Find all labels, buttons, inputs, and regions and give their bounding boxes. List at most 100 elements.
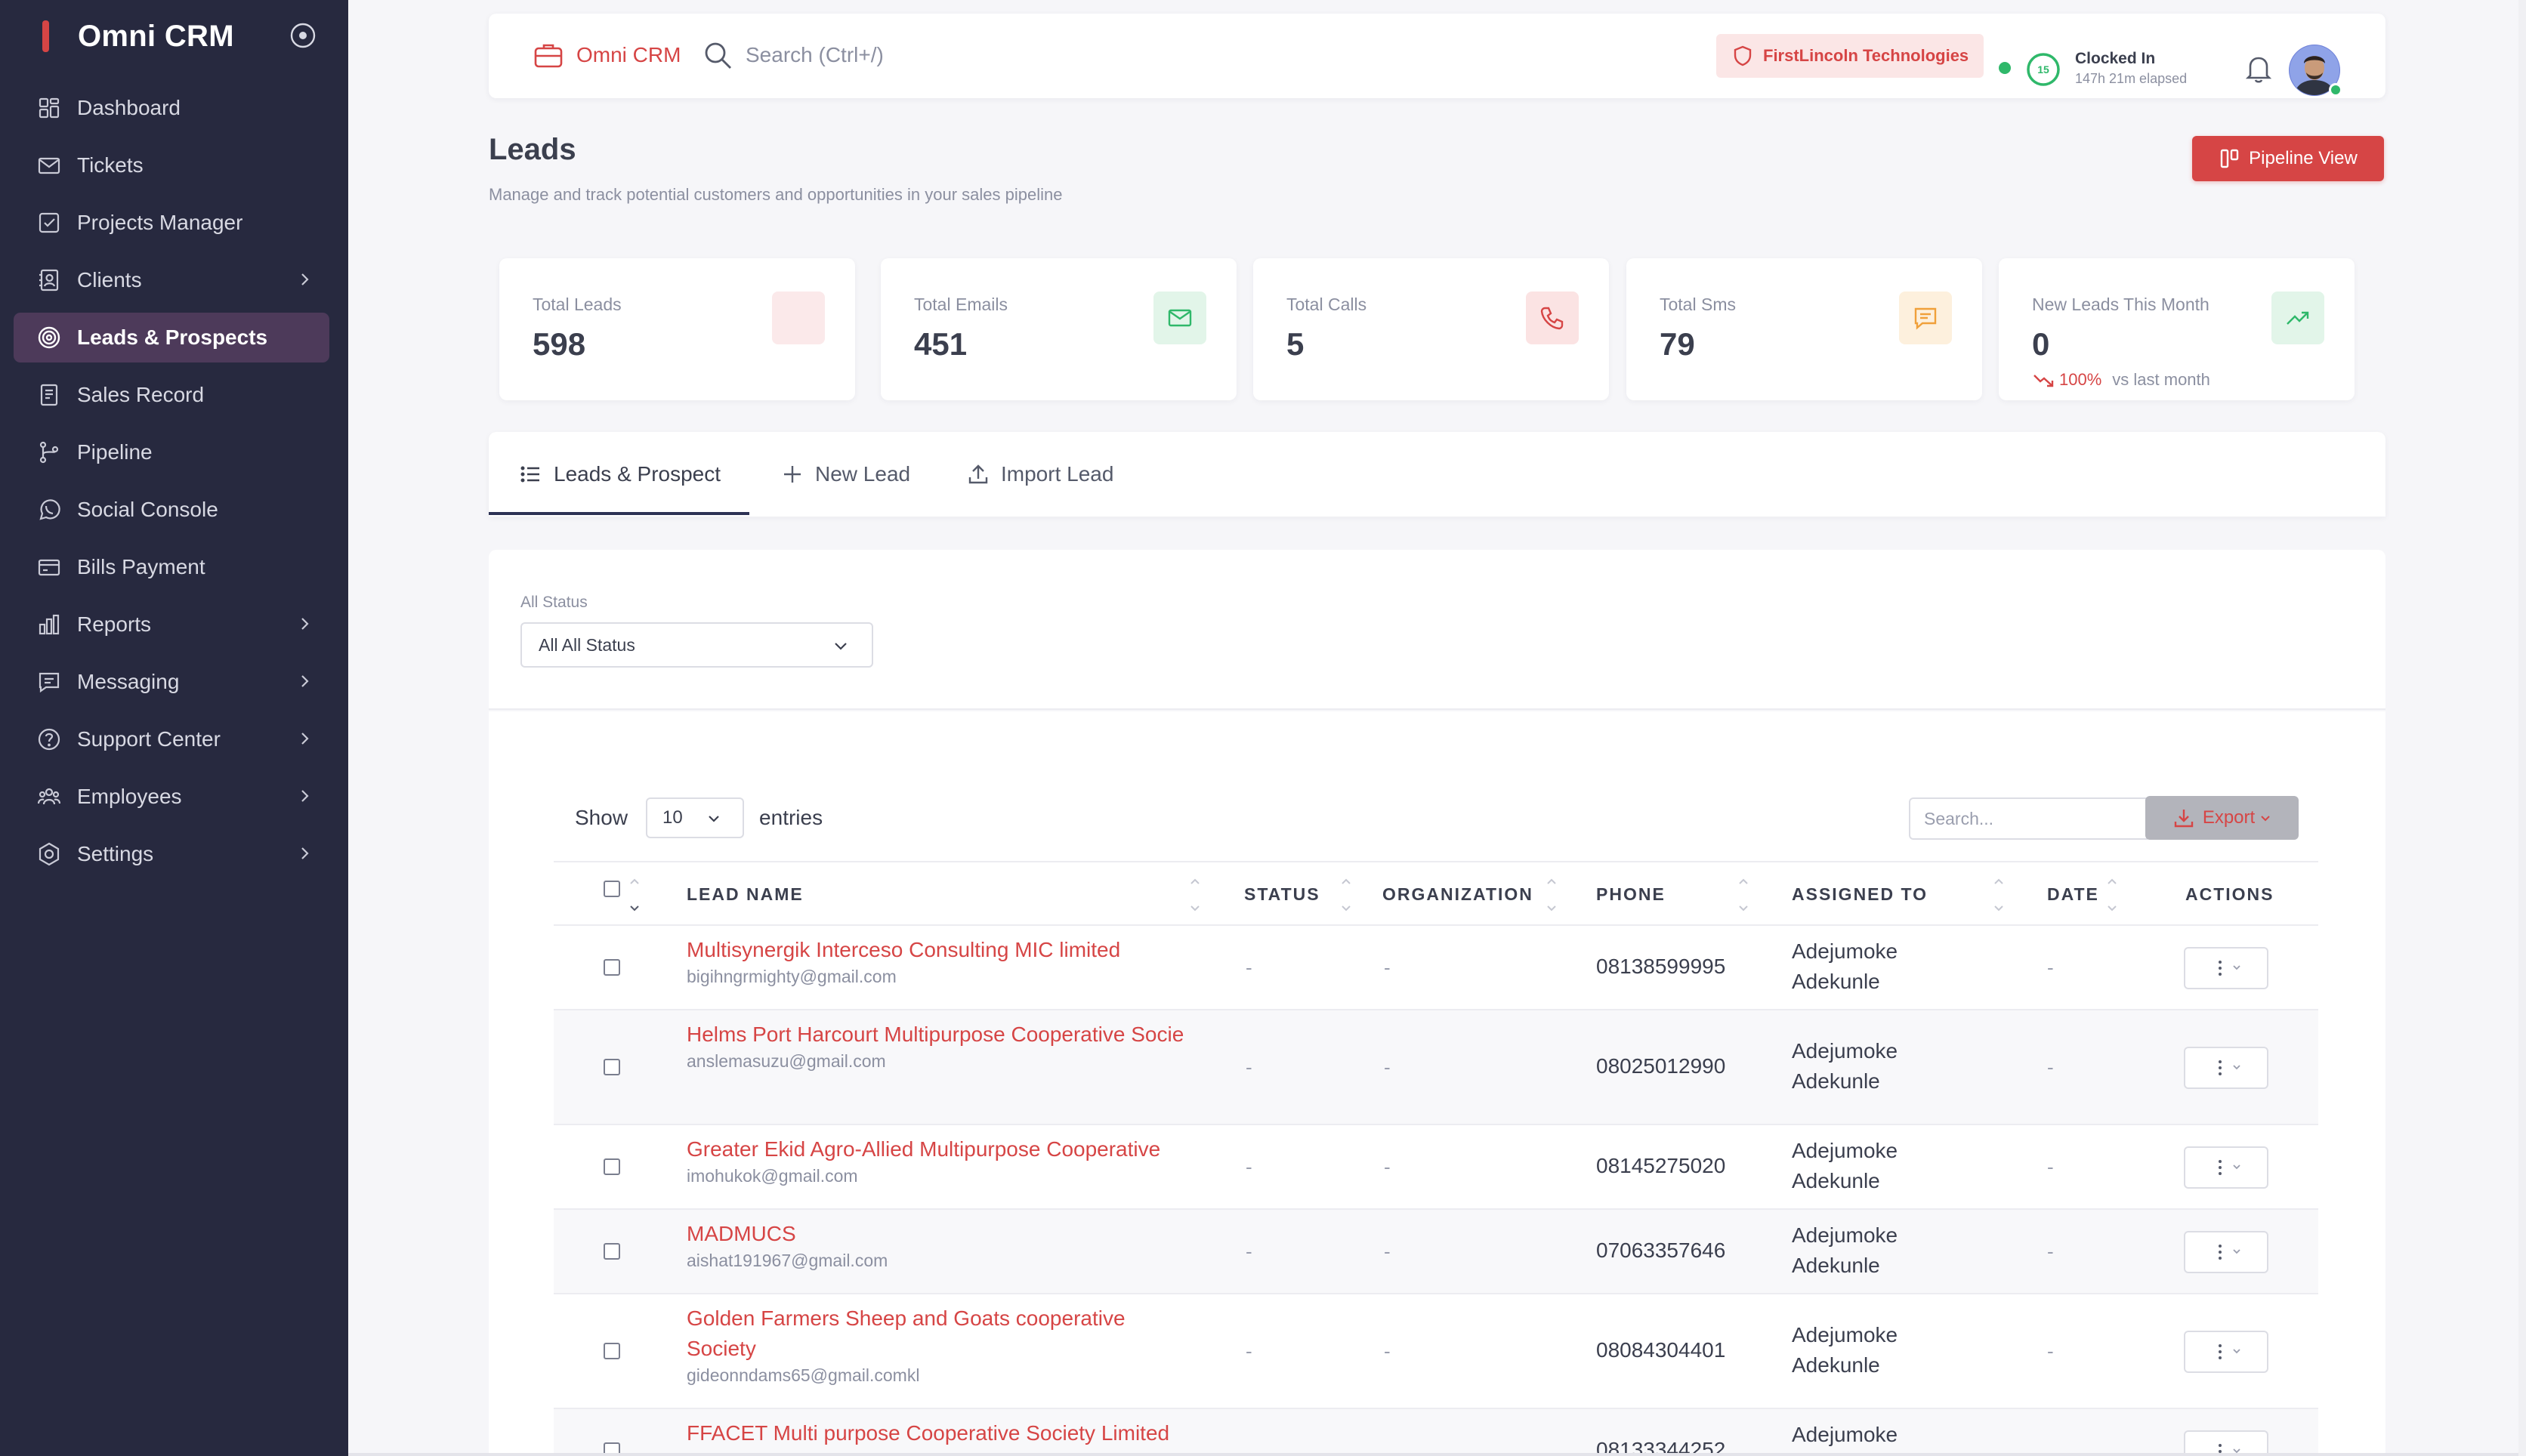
column-header-date[interactable]: DATE xyxy=(2047,862,2099,926)
select-all-checkbox[interactable] xyxy=(604,881,620,897)
assigned-to-cell: Adejumoke xyxy=(1792,1423,1898,1446)
lead-email: bigihngrmighty@gmail.com xyxy=(687,967,897,986)
lead-cell: Helms Port Harcourt Multipurpose Coopera… xyxy=(687,1020,1200,1072)
row-actions-button[interactable] xyxy=(2184,1231,2268,1273)
row-actions-button[interactable] xyxy=(2184,1331,2268,1373)
tab-leads-prospect[interactable]: Leads & Prospect xyxy=(519,432,721,517)
header-brand[interactable]: Omni CRM xyxy=(533,39,681,71)
assigned-to-cell: Adejumoke Adekunle xyxy=(1792,1039,1898,1093)
column-header-assigned-to[interactable]: ASSIGNED TO xyxy=(1792,862,1928,926)
table-row[interactable]: Helms Port Harcourt Multipurpose Coopera… xyxy=(554,1010,2318,1125)
sidebar-item-label: Bills Payment xyxy=(77,555,205,578)
page-scrollbar[interactable] xyxy=(2518,0,2526,1456)
status-cell: - xyxy=(1246,956,1252,979)
sort-icon[interactable] xyxy=(2105,876,2119,914)
sidebar-item-clients[interactable]: Clients xyxy=(14,255,329,305)
lead-name-link[interactable]: FFACET Multi purpose Cooperative Society… xyxy=(687,1418,1200,1448)
assigned-to-cell: Adejumoke Adekunle xyxy=(1792,1223,1898,1277)
stat-card-total-calls: Total Calls 5 xyxy=(1253,258,1609,400)
lead-name-link[interactable]: Multisynergik Interceso Consulting MIC l… xyxy=(687,935,1200,965)
row-actions-button[interactable] xyxy=(2184,1146,2268,1189)
brand[interactable]: Omni CRM xyxy=(42,17,234,56)
chevron-down-icon xyxy=(709,816,719,822)
upload-icon xyxy=(968,464,988,484)
organization-cell: - xyxy=(1384,1155,1391,1178)
sidebar-item-social-console[interactable]: Social Console xyxy=(14,485,329,535)
sidebar-item-dashboard[interactable]: Dashboard xyxy=(14,83,329,133)
pipeline-view-button[interactable]: Pipeline View xyxy=(2192,136,2384,181)
checklist-icon xyxy=(39,212,60,233)
lead-name-link[interactable]: Greater Ekid Agro-Allied Multipurpose Co… xyxy=(687,1134,1200,1164)
column-header-phone[interactable]: PHONE xyxy=(1596,862,1666,926)
row-checkbox[interactable] xyxy=(604,959,620,976)
page-size-select[interactable]: 10 xyxy=(646,797,745,838)
sidebar-item-tickets[interactable]: Tickets xyxy=(14,140,329,190)
chat-icon xyxy=(1914,307,1937,330)
table-search-input[interactable] xyxy=(1909,797,2148,840)
table-row[interactable]: MADMUCS aishat191967@gmail.com - - 07063… xyxy=(554,1210,2318,1294)
table-row[interactable]: Greater Ekid Agro-Allied Multipurpose Co… xyxy=(554,1125,2318,1210)
collapse-toggle-icon[interactable] xyxy=(289,21,317,50)
sidebar-item-sales-record[interactable]: Sales Record xyxy=(14,370,329,420)
sidebar-item-bills-payment[interactable]: Bills Payment xyxy=(14,542,329,592)
header-search[interactable] xyxy=(702,39,1123,71)
status-filter-select[interactable]: All All Status xyxy=(520,622,873,668)
stat-icon-box xyxy=(1153,292,1206,344)
lead-name-link[interactable]: Golden Farmers Sheep and Goats cooperati… xyxy=(687,1303,1200,1364)
table-row[interactable]: Multisynergik Interceso Consulting MIC l… xyxy=(554,926,2318,1010)
organization-cell: - xyxy=(1384,956,1391,979)
organization-name: FirstLincoln Technologies xyxy=(1763,46,1969,65)
column-header-status[interactable]: STATUS xyxy=(1244,862,1320,926)
stat-label: New Leads This Month xyxy=(2032,295,2209,314)
gear-icon xyxy=(39,842,60,866)
stat-card-total-sms: Total Sms 79 xyxy=(1626,258,1982,400)
lead-name-link[interactable]: Helms Port Harcourt Multipurpose Coopera… xyxy=(687,1020,1200,1050)
table-row[interactable]: Golden Farmers Sheep and Goats cooperati… xyxy=(554,1294,2318,1409)
stat-label: Total Emails xyxy=(914,295,1008,314)
export-button[interactable]: Export xyxy=(2145,796,2299,840)
clock-timer-ring[interactable]: 15 xyxy=(2025,51,2061,88)
row-actions-button[interactable] xyxy=(2184,1047,2268,1089)
tab-new-lead[interactable]: New Lead xyxy=(780,432,910,517)
sidebar-item-projects-manager[interactable]: Projects Manager xyxy=(14,198,329,248)
sidebar-item-label: Sales Record xyxy=(77,383,205,406)
organization-badge[interactable]: FirstLincoln Technologies xyxy=(1716,34,1984,78)
phone-icon xyxy=(1540,307,1564,330)
sidebar-item-label: Messaging xyxy=(77,670,180,693)
row-actions-button[interactable] xyxy=(2184,1430,2268,1456)
sidebar-item-support-center[interactable]: Support Center xyxy=(14,714,329,764)
row-checkbox[interactable] xyxy=(604,1158,620,1175)
kanban-icon xyxy=(2220,149,2239,168)
sort-icon[interactable] xyxy=(1188,876,1202,914)
column-header-lead-name[interactable]: LEAD NAME xyxy=(687,862,804,926)
lead-name-link[interactable]: MADMUCS xyxy=(687,1219,1200,1249)
sort-icon[interactable] xyxy=(1737,876,1750,914)
sidebar-item-settings[interactable]: Settings xyxy=(14,829,329,879)
status-cell: - xyxy=(1246,1155,1252,1178)
row-checkbox[interactable] xyxy=(604,1243,620,1260)
bell-icon[interactable] xyxy=(2241,51,2276,86)
sidebar-item-reports[interactable]: Reports xyxy=(14,600,329,649)
search-input[interactable] xyxy=(746,43,1123,67)
chevron-right-icon xyxy=(301,847,309,859)
table-row[interactable]: FFACET Multi purpose Cooperative Society… xyxy=(554,1409,2318,1456)
sidebar-item-label: Support Center xyxy=(77,727,221,751)
sort-icon[interactable] xyxy=(1339,876,1353,914)
sort-icon[interactable] xyxy=(628,876,641,914)
sidebar-item-employees[interactable]: Employees xyxy=(14,772,329,822)
row-actions-button[interactable] xyxy=(2184,947,2268,989)
page-size-value: 10 xyxy=(662,807,683,828)
sort-icon[interactable] xyxy=(1545,876,1558,914)
sidebar-nav: Dashboard Tickets Projects Manager Clien… xyxy=(14,83,329,887)
clock-count: 15 xyxy=(2037,63,2049,76)
column-header-organization[interactable]: ORGANIZATION xyxy=(1382,862,1533,926)
sort-icon[interactable] xyxy=(1992,876,2006,914)
tab-import-lead[interactable]: Import Lead xyxy=(966,432,1113,517)
sidebar-item-pipeline[interactable]: Pipeline xyxy=(14,427,329,477)
more-vertical-icon xyxy=(2219,1344,2240,1359)
sidebar-item-messaging[interactable]: Messaging xyxy=(14,657,329,707)
sidebar-item-leads-prospects[interactable]: Leads & Prospects xyxy=(14,313,329,362)
table-header: LEAD NAME STATUS ORGANIZATION PHONE ASSI… xyxy=(554,861,2318,926)
row-checkbox[interactable] xyxy=(604,1343,620,1359)
row-checkbox[interactable] xyxy=(604,1059,620,1075)
